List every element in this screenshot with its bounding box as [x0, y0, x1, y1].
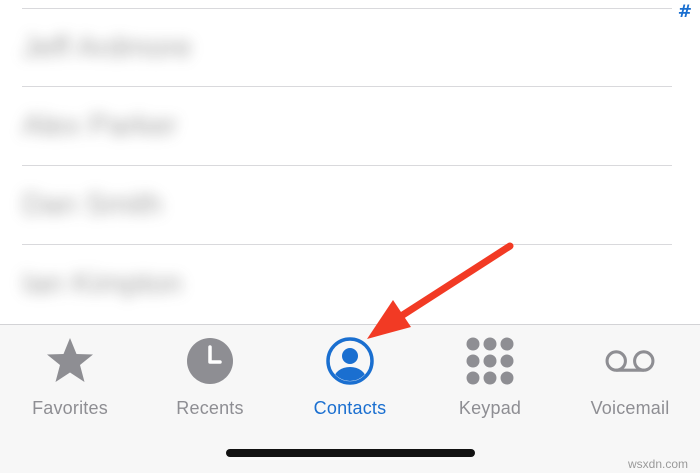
person-circle-icon: [324, 335, 376, 387]
tab-recents[interactable]: Recents: [140, 325, 280, 435]
contact-row[interactable]: Alex Parker: [0, 87, 700, 165]
tab-label: Keypad: [458, 398, 522, 418]
contact-row[interactable]: Jeff Ardmore: [0, 9, 700, 87]
contact-row[interactable]: Ian Kimpton: [0, 245, 700, 323]
voicemail-icon: [604, 335, 656, 387]
watermark-logo: wsxdn.com: [628, 457, 688, 471]
contact-name: Jeff Ardmore: [22, 31, 192, 64]
tab-voicemail[interactable]: Voicemail: [560, 325, 700, 435]
clock-icon: [184, 335, 236, 387]
tab-keypad[interactable]: Keypad: [420, 325, 560, 435]
keypad-icon: [464, 335, 516, 387]
tab-label: Contacts: [313, 398, 387, 418]
contact-name: Alex Parker: [22, 109, 178, 142]
tab-label: Voicemail: [590, 398, 670, 418]
star-icon: [44, 335, 96, 387]
phone-screen: Jeff Ardmore Alex Parker Dan Smith Ian K…: [0, 0, 700, 473]
tab-contacts[interactable]: Contacts: [280, 325, 420, 435]
tab-favorites[interactable]: Favorites: [0, 325, 140, 435]
contact-name: Ian Kimpton: [22, 267, 183, 300]
svg-text:wsxdn.com: wsxdn.com: [628, 457, 688, 471]
contact-name: Dan Smith: [22, 188, 163, 221]
section-index-hash[interactable]: #: [678, 2, 692, 22]
contact-row[interactable]: Dan Smith: [0, 166, 700, 244]
contact-list: Jeff Ardmore Alex Parker Dan Smith Ian K…: [0, 0, 700, 324]
home-indicator: [226, 449, 475, 457]
tab-label: Recents: [176, 398, 244, 418]
tab-label: Favorites: [32, 398, 108, 418]
